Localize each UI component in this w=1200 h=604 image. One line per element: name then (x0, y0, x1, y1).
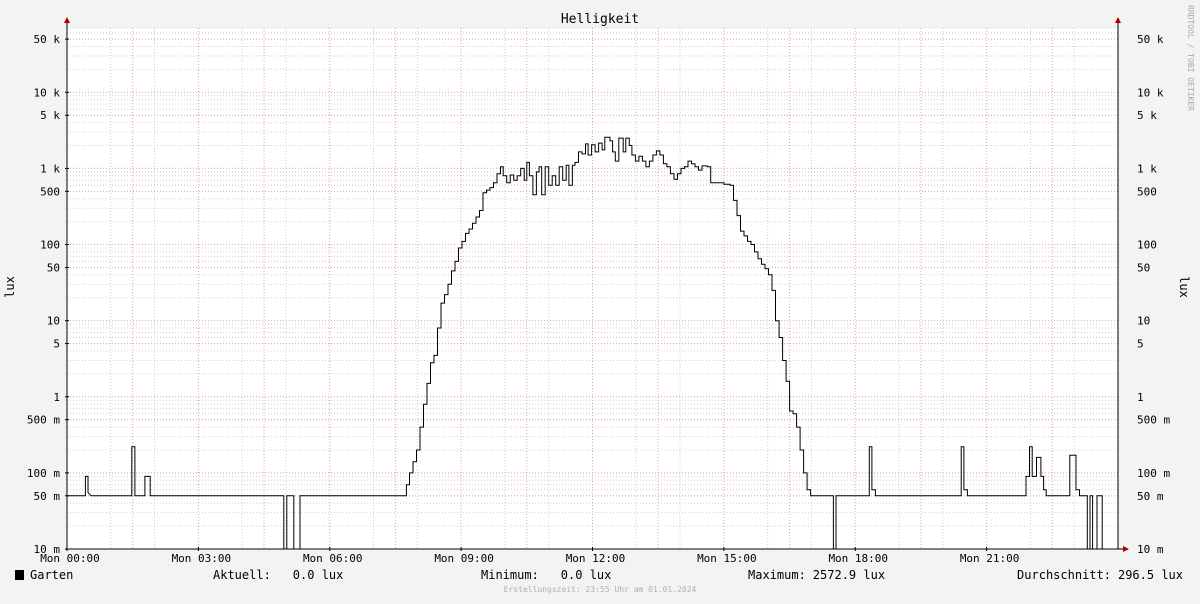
stat-label-minimum: Minimum: (481, 568, 539, 582)
y-tick-label-right: 50 m (1137, 490, 1164, 503)
stat-label-maximum: Maximum: (748, 568, 806, 582)
x-tick-label: Mon 00:00 (40, 552, 100, 565)
y-tick-label-left: 100 m (27, 467, 60, 480)
x-tick-label: Mon 15:00 (697, 552, 757, 565)
stat-label-average: Durchschnitt: (1017, 568, 1111, 582)
stat-label-current: Aktuell: (213, 568, 271, 582)
brightness-chart: 10 m 10 m50 m 50 m100 m 100 m500 m 500 m1 15 5… (0, 0, 1200, 600)
y-tick-label-right: 500 (1137, 185, 1157, 198)
x-tick-label: Mon 18:00 (828, 552, 888, 565)
y-tick-label-left: 500 m (27, 414, 60, 427)
y-tick-label-right: 500 m (1137, 414, 1170, 427)
y-tick-label-left: 5 (53, 338, 60, 351)
stat-value-average: 296.5 lux (1118, 568, 1183, 582)
y-axis-label-right: lux (1177, 276, 1191, 298)
y-tick-label-left: 100 (40, 239, 60, 252)
y-tick-label-left: 50 m (34, 490, 61, 503)
stat-value-minimum: 0.0 lux (561, 568, 612, 582)
y-tick-label-right: 5 k (1137, 109, 1157, 122)
y-tick-label-right: 100 m (1137, 467, 1170, 480)
stat-value-current: 0.0 lux (293, 568, 344, 582)
legend-stat-maximum: Maximum: 2572.9 lux (748, 568, 885, 582)
y-tick-label-right: 50 (1137, 261, 1150, 274)
y-tick-label-left: 50 (47, 261, 60, 274)
y-tick-label-right: 10 m (1137, 543, 1164, 556)
y-tick-label-right: 1 (1137, 391, 1144, 404)
y-tick-label-right: 10 (1137, 315, 1150, 328)
y-tick-label-left: 10 (47, 315, 60, 328)
footer-timestamp: Erstellungszeit: 23:55 Uhr am 01.01.2024 (504, 585, 697, 594)
y-tick-label-right: 1 k (1137, 162, 1157, 175)
chart-root: 10 m 10 m 50 m 50 m 100 m 100 m 500 m 500 m1155… (0, 0, 1200, 600)
y-tick-label-left: 1 (53, 391, 60, 404)
stat-value-maximum: 2572.9 lux (813, 568, 885, 582)
x-tick-label: Mon 03:00 (172, 552, 232, 565)
y-tick-label-left: 500 (40, 185, 60, 198)
legend-color-swatch (15, 570, 24, 580)
y-axis-label-left: lux (3, 276, 17, 298)
watermark: RRDTOOL / TOBI OETIKER (1186, 5, 1195, 111)
x-tick-label: Mon 06:00 (303, 552, 363, 565)
y-tick-label-left: 1 k (40, 162, 60, 175)
y-tick-label-right: 50 k (1137, 33, 1164, 46)
y-tick-label-left: 5 k (40, 109, 60, 122)
y-tick-label-right: 100 (1137, 239, 1157, 252)
y-tick-label-left: 50 k (34, 33, 61, 46)
chart-title: Helligkeit (561, 12, 639, 27)
legend-stat-average: Durchschnitt: 296.5 lux (1017, 568, 1183, 582)
x-tick-label: Mon 12:00 (566, 552, 626, 565)
legend-series-name: Garten (30, 568, 73, 582)
x-tick-label: Mon 21:00 (960, 552, 1020, 565)
x-tick-label: Mon 09:00 (434, 552, 494, 565)
y-tick-label-right: 10 k (1137, 86, 1164, 99)
y-tick-label-left: 10 k (34, 86, 61, 99)
y-tick-label-right: 5 (1137, 338, 1144, 351)
